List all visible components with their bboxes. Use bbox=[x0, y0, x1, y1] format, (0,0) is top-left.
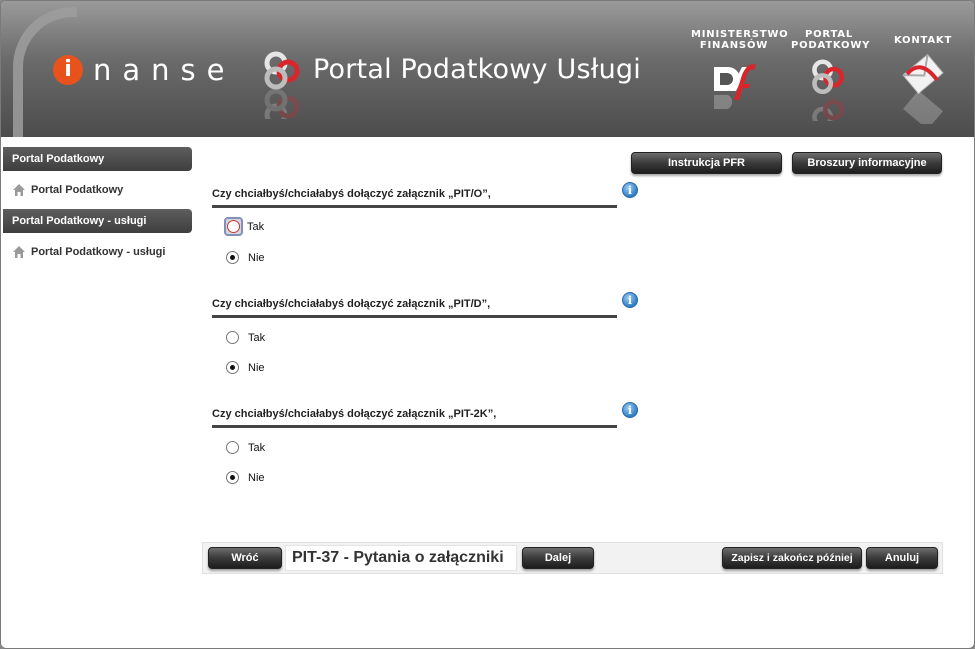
finanse-logo-text: nanse bbox=[93, 53, 236, 87]
radio-nie[interactable] bbox=[226, 471, 239, 484]
sidebar-heading-portal-podatkowy-uslugi: Portal Podatkowy - usługi bbox=[3, 209, 192, 233]
radio-tak[interactable] bbox=[226, 331, 239, 344]
mf-logo-icon bbox=[714, 64, 756, 109]
zapisz-i-zakoncz-button[interactable]: Zapisz i zakończ później bbox=[722, 547, 862, 569]
sidebar-item-label: Portal Podatkowy - usługi bbox=[31, 246, 166, 258]
radio-nie[interactable] bbox=[226, 251, 239, 264]
option-nie[interactable]: Nie bbox=[226, 251, 265, 264]
sidebar-heading-portal-podatkowy: Portal Podatkowy bbox=[3, 147, 192, 171]
form-navigation-bar: Wróć PIT-37 - Pytania o załączniki Dalej… bbox=[202, 542, 943, 574]
question-pit-2k: Czy chciałbyś/chciałabyś dołączyć załącz… bbox=[212, 402, 642, 484]
info-icon[interactable]: i bbox=[622, 182, 638, 198]
option-label: Nie bbox=[248, 361, 265, 374]
sidebar: Portal Podatkowy Portal Podatkowy Portal… bbox=[3, 147, 192, 271]
option-tak[interactable]: Tak bbox=[224, 217, 265, 236]
envelope-icon bbox=[902, 53, 944, 124]
option-tak[interactable]: Tak bbox=[226, 441, 265, 454]
option-label: Nie bbox=[248, 251, 265, 264]
kontakt-link[interactable]: KONTAKT bbox=[893, 35, 953, 124]
instrukcja-pfr-button[interactable]: Instrukcja PFR bbox=[631, 152, 782, 174]
form-page-title: PIT-37 - Pytania o załączniki bbox=[285, 545, 517, 571]
info-icon[interactable]: i bbox=[622, 402, 638, 418]
portal-logo-icon bbox=[812, 59, 844, 121]
radio-nie[interactable] bbox=[226, 361, 239, 374]
info-icon[interactable]: i bbox=[622, 292, 638, 308]
site-header: i nanse Portal Podatkowy Usługi MINISTER… bbox=[1, 1, 974, 137]
ministerstwo-finansow-label: MINISTERSTWO FINANSÓW bbox=[691, 29, 789, 51]
sidebar-item-portal-podatkowy[interactable]: Portal Podatkowy bbox=[3, 171, 192, 209]
radio-tak[interactable] bbox=[227, 220, 240, 233]
finanse-logo[interactable]: i nanse bbox=[53, 53, 236, 87]
home-icon bbox=[13, 184, 25, 196]
question-pit-d: Czy chciałbyś/chciałabyś dołączyć załącz… bbox=[212, 292, 642, 374]
radio-focus-ring bbox=[224, 217, 243, 236]
finanse-logo-i-icon: i bbox=[53, 55, 83, 85]
option-label: Tak bbox=[248, 331, 266, 344]
option-nie[interactable]: Nie bbox=[226, 361, 265, 374]
option-nie[interactable]: Nie bbox=[226, 471, 265, 484]
radio-tak[interactable] bbox=[226, 441, 239, 454]
portal-podatkowy-logo-icon bbox=[264, 51, 300, 119]
sidebar-item-portal-podatkowy-uslugi[interactable]: Portal Podatkowy - usługi bbox=[3, 233, 192, 271]
ministerstwo-finansow-link[interactable]: MINISTERSTWO FINANSÓW bbox=[691, 29, 789, 113]
anuluj-button[interactable]: Anuluj bbox=[866, 547, 938, 569]
portal-title: Portal Podatkowy Usługi bbox=[313, 54, 641, 85]
broszury-informacyjne-button[interactable]: Broszury informacyjne bbox=[792, 152, 942, 174]
question-text: Czy chciałbyś/chciałabyś dołączyć załącz… bbox=[212, 188, 617, 208]
kontakt-label: KONTAKT bbox=[893, 35, 953, 46]
browser-window: i nanse Portal Podatkowy Usługi MINISTER… bbox=[0, 0, 975, 649]
option-label: Nie bbox=[248, 471, 265, 484]
option-label: Tak bbox=[248, 441, 266, 454]
option-label: Tak bbox=[247, 220, 265, 233]
portal-podatkowy-link[interactable]: PORTAL PODATKOWY bbox=[791, 29, 871, 121]
wroc-button[interactable]: Wróć bbox=[208, 547, 282, 569]
dalej-button[interactable]: Dalej bbox=[522, 547, 594, 569]
question-text: Czy chciałbyś/chciałabyś dołączyć załącz… bbox=[212, 408, 617, 428]
portal-podatkowy-label: PORTAL PODATKOWY bbox=[791, 29, 871, 51]
question-text: Czy chciałbyś/chciałabyś dołączyć załącz… bbox=[212, 298, 617, 318]
home-icon bbox=[13, 246, 25, 258]
sidebar-item-label: Portal Podatkowy bbox=[31, 184, 124, 196]
question-pit-o: Czy chciałbyś/chciałabyś dołączyć załącz… bbox=[212, 182, 642, 264]
option-tak[interactable]: Tak bbox=[226, 331, 265, 344]
